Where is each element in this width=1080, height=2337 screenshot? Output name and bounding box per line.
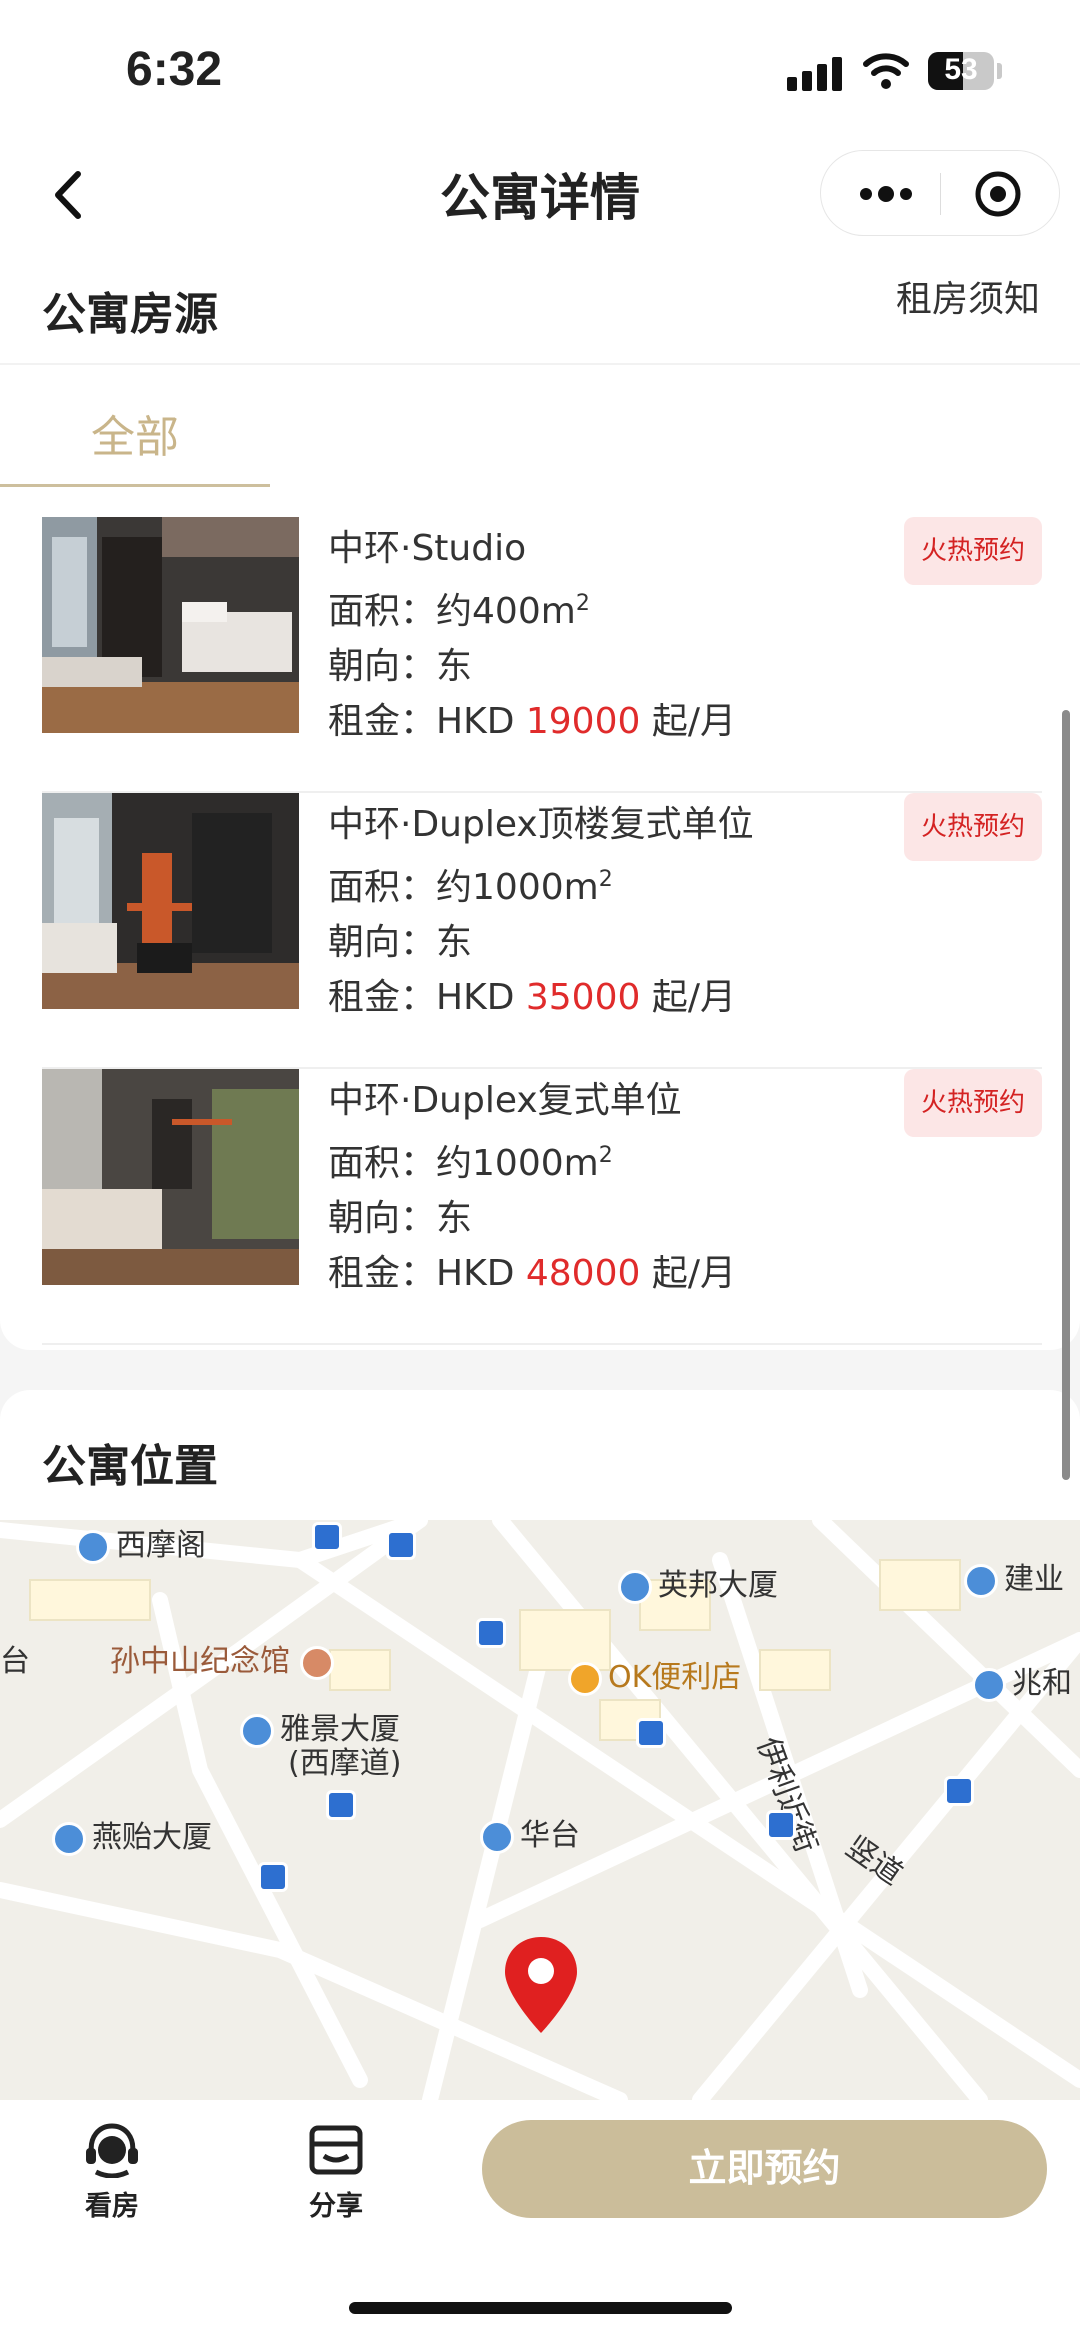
- bus-stop-icon: [386, 1530, 416, 1560]
- listing-area: 面积：约1000m2: [328, 867, 613, 908]
- building-icon: [240, 1713, 274, 1748]
- listing-photo: [42, 793, 299, 1009]
- book-now-button[interactable]: 立即预约: [482, 2120, 1047, 2218]
- rent-price: 48000: [525, 1253, 641, 1294]
- listing-rent: 租金：HKD 19000 起/月: [328, 701, 736, 742]
- building-icon: [76, 1529, 110, 1564]
- building-icon: [618, 1569, 652, 1604]
- hot-badge: 火热预约: [904, 1069, 1042, 1137]
- building-icon: [972, 1667, 1006, 1702]
- map-label: 台: [0, 1644, 30, 1679]
- close-target-icon[interactable]: [973, 169, 1023, 219]
- hot-badge: 火热预约: [904, 517, 1042, 585]
- listing-item[interactable]: 中环·Duplex复式单位 面积：约1000m2 朝向：东 租金：HKD 480…: [42, 1069, 1042, 1345]
- wifi-icon: [863, 53, 909, 89]
- map-label: 华台: [480, 1810, 580, 1854]
- location-card: 公寓位置: [0, 1390, 1080, 1520]
- listings-title: 公寓房源: [42, 289, 218, 340]
- listing-item[interactable]: 中环·Duplex顶楼复式单位 面积：约1000m2 朝向：东 租金：HKD 3…: [42, 793, 1042, 1069]
- listing-name: 中环·Studio: [328, 528, 527, 569]
- listing-area: 面积：约400m2: [328, 591, 590, 632]
- listing-orientation: 朝向：东: [328, 1198, 473, 1239]
- hot-badge: 火热预约: [904, 793, 1042, 861]
- map-label: 燕贻大厦: [52, 1812, 212, 1856]
- map-label: 孙中山纪念馆: [110, 1636, 340, 1680]
- share-button[interactable]: 分享: [276, 2122, 396, 2223]
- building-icon: [52, 1821, 86, 1856]
- bus-stop-icon: [258, 1862, 288, 1892]
- listing-photo: [42, 1069, 299, 1285]
- listing-orientation: 朝向：东: [328, 646, 473, 687]
- location-title: 公寓位置: [42, 1441, 218, 1492]
- bus-stop-icon: [312, 1522, 342, 1552]
- listing-photo: [42, 517, 299, 733]
- nav-bar: 公寓详情: [0, 140, 1080, 260]
- map-label: 英邦大厦: [618, 1560, 778, 1604]
- listing-orientation: 朝向：东: [328, 922, 473, 963]
- museum-icon: [299, 1645, 334, 1680]
- scrollbar[interactable]: [1062, 710, 1070, 1480]
- status-time: 6:32: [126, 43, 223, 96]
- listing-info: 中环·Duplex复式单位 面积：约1000m2 朝向：东 租金：HKD 480…: [328, 1073, 736, 1301]
- listing-rent: 租金：HKD 48000 起/月: [328, 1253, 736, 1294]
- share-label: 分享: [309, 2191, 363, 2222]
- bus-stop-icon: [326, 1790, 356, 1820]
- listing-info: 中环·Duplex顶楼复式单位 面积：约1000m2 朝向：东 租金：HKD 3…: [328, 797, 754, 1025]
- location-pin-icon: [505, 1937, 577, 2033]
- share-store-icon: [309, 2125, 363, 2175]
- status-bar: 6:32 53: [0, 0, 1080, 140]
- capsule-divider: [940, 173, 941, 215]
- rent-price: 19000: [525, 701, 641, 742]
- map-label: 兆和: [972, 1658, 1072, 1702]
- map-label: OK便利店: [568, 1652, 741, 1696]
- rent-price: 35000: [525, 977, 641, 1018]
- building-icon: [964, 1563, 998, 1598]
- signal-icon: [787, 55, 843, 91]
- listing-area: 面积：约1000m2: [328, 1143, 613, 1184]
- mini-program-capsule: [820, 150, 1060, 236]
- listing-rent: 租金：HKD 35000 起/月: [328, 977, 736, 1018]
- rental-notice-link[interactable]: 租房须知: [896, 270, 1040, 322]
- view-house-button[interactable]: 看房: [52, 2122, 172, 2223]
- more-icon[interactable]: [856, 179, 916, 209]
- bus-stop-icon: [636, 1718, 666, 1748]
- view-house-label: 看房: [85, 2191, 139, 2222]
- building-icon: [480, 1819, 514, 1854]
- tab-all[interactable]: 全部: [0, 365, 270, 487]
- home-indicator: [349, 2302, 732, 2314]
- store-icon: [568, 1661, 602, 1696]
- bus-stop-icon: [766, 1810, 796, 1840]
- map-label: 建业: [964, 1554, 1064, 1598]
- bus-stop-icon: [944, 1776, 974, 1806]
- listing-item[interactable]: 中环·Studio 面积：约400m2 朝向：东 租金：HKD 19000 起/…: [42, 517, 1042, 793]
- listing-info: 中环·Studio 面积：约400m2 朝向：东 租金：HKD 19000 起/…: [328, 521, 736, 749]
- battery-icon: 53: [928, 52, 994, 90]
- listing-name: 中环·Duplex复式单位: [328, 1080, 682, 1121]
- battery-tip: [997, 63, 1002, 79]
- listings-card: 公寓房源 租房须知 全部 中环·Studio 面积：约400m2 朝向：东 租金…: [0, 260, 1080, 1350]
- battery-level: 53: [944, 53, 978, 86]
- bus-stop-icon: [476, 1618, 506, 1648]
- map-label: 西摩阁: [76, 1520, 206, 1564]
- agent-icon: [86, 2123, 138, 2178]
- map-label: (西摩道): [288, 1746, 402, 1781]
- listing-name: 中环·Duplex顶楼复式单位: [328, 804, 754, 845]
